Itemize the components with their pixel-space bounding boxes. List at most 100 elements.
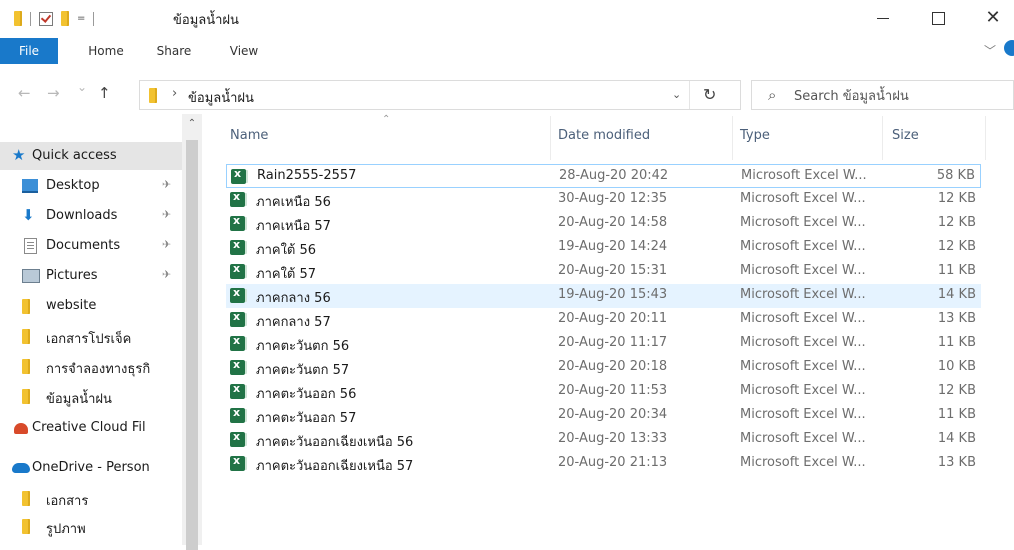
tab-home[interactable]: Home [80, 38, 132, 64]
toolbar-divider [30, 11, 31, 26]
file-row[interactable]: ภาคตะวันออกเฉียงเหนือ 56 20-Aug-20 13:33… [226, 428, 981, 452]
breadcrumb-current-folder[interactable]: ข้อมูลน้ำฝน [188, 87, 254, 108]
file-row[interactable]: ภาคเหนือ 56 30-Aug-20 12:35 Microsoft Ex… [226, 188, 981, 212]
excel-file-icon [230, 454, 245, 471]
breadcrumb-separator[interactable]: › [172, 86, 177, 101]
column-header-name[interactable]: Name [230, 128, 268, 143]
file-name: ภาคใต้ 57 [256, 267, 317, 282]
maximize-button[interactable] [917, 4, 959, 32]
excel-file-icon [230, 310, 245, 327]
tab-file[interactable]: File [0, 38, 58, 64]
help-icon[interactable] [1004, 40, 1014, 56]
column-divider[interactable] [882, 116, 883, 160]
file-row[interactable]: ภาคตะวันออกเฉียงเหนือ 57 20-Aug-20 21:13… [226, 452, 981, 476]
excel-file-icon [230, 238, 245, 255]
file-date-modified: 28-Aug-20 20:42 [559, 168, 669, 183]
toolbar-divider [93, 11, 95, 26]
excel-file-icon [230, 262, 245, 279]
tab-share[interactable]: Share [148, 38, 200, 64]
file-size: 12 KB [937, 191, 976, 206]
pin-icon: ✈ [162, 238, 172, 251]
excel-file-icon [230, 382, 245, 399]
customize-toolbar-icon[interactable]: = [77, 13, 85, 24]
file-row[interactable]: ภาคใต้ 56 19-Aug-20 14:24 Microsoft Exce… [226, 236, 981, 260]
file-size: 10 KB [937, 359, 976, 374]
file-row[interactable]: ภาคตะวันออก 57 20-Aug-20 20:34 Microsoft… [226, 404, 981, 428]
folder-icon [14, 11, 22, 26]
sort-ascending-icon: ⌃ [382, 114, 391, 125]
sidebar-item-onedrive[interactable]: OneDrive - Person [0, 454, 182, 482]
file-name: ภาคตะวันออกเฉียงเหนือ 57 [256, 459, 414, 474]
minimize-button[interactable] [862, 4, 904, 32]
folder-icon [149, 88, 157, 103]
file-name: ภาคตะวันออก 56 [256, 387, 357, 402]
address-bar[interactable]: › ข้อมูลน้ำฝน ⌄ ↻ [139, 80, 741, 110]
up-button[interactable]: ↑ [98, 84, 111, 102]
file-type: Microsoft Excel W... [741, 168, 867, 183]
column-header-type[interactable]: Type [740, 128, 770, 143]
address-dropdown-icon[interactable]: ⌄ [672, 88, 681, 101]
column-divider[interactable] [985, 116, 986, 160]
scroll-thumb[interactable] [186, 140, 198, 550]
recent-locations-button[interactable]: ⌄ [77, 80, 87, 94]
file-row[interactable]: ภาคตะวันตก 56 20-Aug-20 11:17 Microsoft … [226, 332, 981, 356]
file-type: Microsoft Excel W... [740, 191, 866, 206]
file-row-selected[interactable]: ภาคกลาง 56 19-Aug-20 15:43 Microsoft Exc… [226, 284, 981, 308]
sidebar-item-website[interactable]: website [0, 292, 182, 320]
back-button[interactable]: ← [18, 84, 31, 102]
sidebar-item-project-docs[interactable]: เอกสารโปรเจ็ค [0, 322, 182, 350]
scroll-up-icon[interactable]: ⌃ [182, 118, 202, 129]
sidebar-item-label: Downloads [46, 208, 118, 223]
file-row[interactable]: Rain2555-2557 28-Aug-20 20:42 Microsoft … [226, 164, 981, 188]
creative-cloud-icon [14, 423, 28, 434]
file-size: 12 KB [937, 215, 976, 230]
file-row[interactable]: ภาคกลาง 57 20-Aug-20 20:11 Microsoft Exc… [226, 308, 981, 332]
pictures-icon [22, 269, 40, 283]
folder-icon [22, 359, 30, 374]
file-date-modified: 20-Aug-20 14:58 [558, 215, 668, 230]
new-folder-icon[interactable] [61, 11, 69, 26]
column-divider[interactable] [550, 116, 551, 160]
column-divider[interactable] [732, 116, 733, 160]
tab-view[interactable]: View [220, 38, 268, 64]
sidebar-item-business-simulation[interactable]: การจำลองทางธุรกิ [0, 352, 182, 380]
search-box[interactable]: ⌕ [751, 80, 1014, 110]
sidebar-item-desktop[interactable]: Desktop ✈ [0, 172, 182, 200]
star-icon: ★ [12, 146, 26, 164]
file-date-modified: 20-Aug-20 13:33 [558, 431, 668, 446]
properties-check-icon[interactable] [39, 11, 53, 26]
refresh-icon[interactable]: ↻ [703, 85, 716, 104]
sidebar-item-onedrive-pictures[interactable]: รูปภาพ [0, 512, 182, 540]
close-button[interactable]: ✕ [972, 4, 1014, 32]
search-input[interactable] [792, 85, 1006, 107]
onedrive-cloud-icon [12, 463, 30, 473]
nav-scrollbar[interactable]: ⌃ [182, 114, 202, 550]
file-row[interactable]: ภาคใต้ 57 20-Aug-20 15:31 Microsoft Exce… [226, 260, 981, 284]
column-header-size[interactable]: Size [892, 128, 919, 143]
sidebar-item-documents[interactable]: Documents ✈ [0, 232, 182, 260]
minimize-icon [877, 17, 889, 19]
file-name: ภาคตะวันออก 57 [256, 411, 357, 426]
file-size: 13 KB [937, 311, 976, 326]
sidebar-item-creative-cloud[interactable]: Creative Cloud Fil [0, 414, 182, 442]
file-row[interactable]: ภาคตะวันออก 56 20-Aug-20 11:53 Microsoft… [226, 380, 981, 404]
sidebar-item-downloads[interactable]: ⬇ Downloads ✈ [0, 202, 182, 230]
address-divider [689, 81, 690, 109]
excel-file-icon [230, 190, 245, 207]
file-date-modified: 20-Aug-20 11:53 [558, 383, 668, 398]
expand-ribbon-icon[interactable]: ﹀ [984, 42, 996, 59]
sidebar-item-pictures[interactable]: Pictures ✈ [0, 262, 182, 290]
file-name: Rain2555-2557 [257, 168, 357, 183]
sidebar-item-rainfall-data[interactable]: ข้อมูลน้ำฝน [0, 382, 182, 410]
folder-icon [22, 519, 30, 534]
file-type: Microsoft Excel W... [740, 263, 866, 278]
forward-button[interactable]: → [47, 84, 60, 102]
file-size: 58 KB [936, 168, 975, 183]
column-header-date-modified[interactable]: Date modified [558, 128, 650, 143]
file-row[interactable]: ภาคเหนือ 57 20-Aug-20 14:58 Microsoft Ex… [226, 212, 981, 236]
sidebar-item-quick-access[interactable]: ★ Quick access [0, 142, 182, 170]
sidebar-item-onedrive-documents[interactable]: เอกสาร [0, 484, 182, 512]
file-row[interactable]: ภาคตะวันตก 57 20-Aug-20 20:18 Microsoft … [226, 356, 981, 380]
file-size: 14 KB [937, 287, 976, 302]
search-icon: ⌕ [768, 86, 777, 104]
